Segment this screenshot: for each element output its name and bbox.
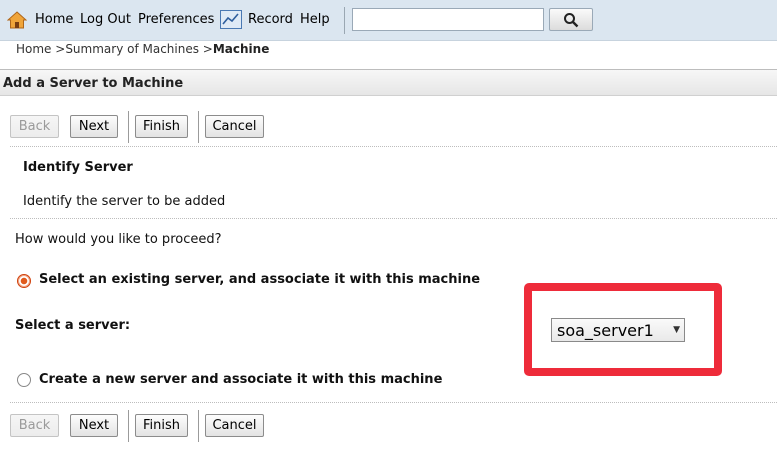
search-input[interactable] <box>352 8 544 31</box>
server-select-value: soa_server1 <box>557 321 654 340</box>
search-button[interactable] <box>549 8 593 31</box>
preferences-link[interactable]: Preferences <box>138 12 214 27</box>
breadcrumb-current: Machine <box>212 42 270 56</box>
breadcrumb-summary[interactable]: Summary of Machines > <box>65 42 213 56</box>
finish-button-top[interactable]: Finish <box>135 115 188 138</box>
divider <box>10 218 777 219</box>
select-server-label: Select a server: <box>15 318 131 333</box>
new-server-label[interactable]: Create a new server and associate it wit… <box>39 372 442 387</box>
cancel-button-top[interactable]: Cancel <box>205 115 264 138</box>
next-button-top[interactable]: Next <box>70 115 118 138</box>
breadcrumb: Home >Summary of Machines >Machine <box>16 42 269 56</box>
button-divider <box>128 410 129 442</box>
existing-server-label[interactable]: Select an existing server, and associate… <box>39 272 480 287</box>
button-divider <box>198 111 199 143</box>
magnifier-icon <box>564 12 579 27</box>
page-title: Add a Server to Machine <box>3 76 184 91</box>
page-header: Add a Server to Machine <box>0 69 777 96</box>
next-button-bottom[interactable]: Next <box>70 414 118 437</box>
existing-server-radio[interactable] <box>17 274 31 288</box>
proceed-question: How would you like to proceed? <box>15 232 222 247</box>
new-server-radio[interactable] <box>17 373 31 387</box>
top-toolbar: Home Log Out Preferences Record Help <box>0 0 777 41</box>
cancel-button-bottom[interactable]: Cancel <box>205 414 264 437</box>
breadcrumb-home[interactable]: Home > <box>16 42 65 56</box>
divider <box>10 402 777 403</box>
back-button-top[interactable]: Back <box>10 115 59 138</box>
logout-link[interactable]: Log Out <box>80 12 131 27</box>
step-description: Identify the server to be added <box>23 194 226 209</box>
divider <box>10 146 777 147</box>
record-link[interactable]: Record <box>248 12 293 27</box>
button-divider <box>128 111 129 143</box>
home-link[interactable]: Home <box>35 12 73 27</box>
finish-button-bottom[interactable]: Finish <box>135 414 188 437</box>
server-select[interactable]: soa_server1 ▼ <box>551 318 685 342</box>
button-divider <box>198 410 199 442</box>
toolbar-divider <box>344 7 345 34</box>
home-icon[interactable] <box>7 10 27 30</box>
help-link[interactable]: Help <box>300 12 330 27</box>
back-button-bottom[interactable]: Back <box>10 414 59 437</box>
dropdown-arrow-icon: ▼ <box>673 325 680 335</box>
record-icon[interactable] <box>220 10 242 29</box>
step-title: Identify Server <box>23 160 133 175</box>
